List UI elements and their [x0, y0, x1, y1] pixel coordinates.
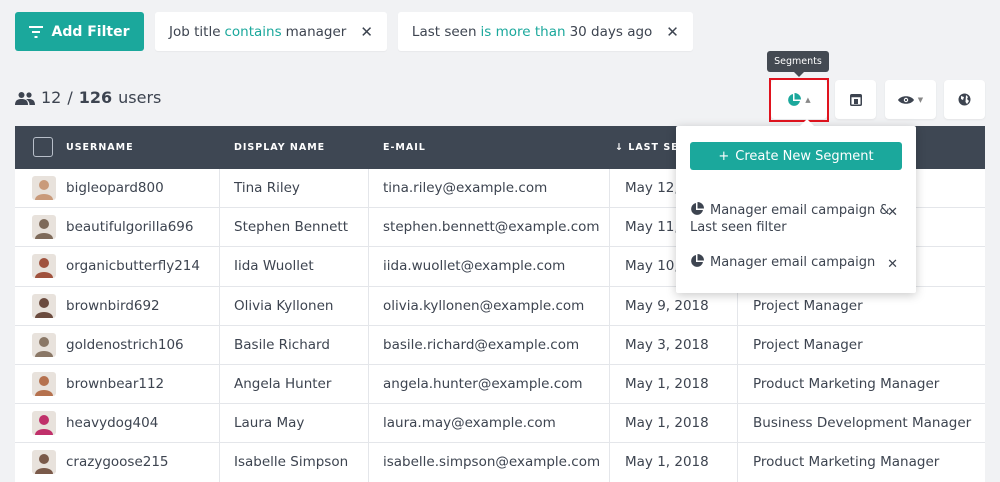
- filter-value: 30 days ago: [569, 23, 653, 40]
- header-username[interactable]: USERNAME: [66, 142, 134, 153]
- cell-email: tina.riley@example.com: [383, 180, 548, 197]
- cell-display-name: Olivia Kyllonen: [234, 297, 334, 314]
- cell-last-seen: May 3, 2018: [625, 336, 709, 353]
- select-all-checkbox[interactable]: [33, 137, 53, 157]
- filter-icon: [29, 25, 44, 38]
- users-icon: [15, 91, 35, 105]
- segment-item[interactable]: Manager email campaign & Last seen filte…: [690, 202, 902, 236]
- plus-icon: +: [718, 148, 730, 164]
- segment-label: Manager email campaign: [710, 255, 876, 270]
- close-icon[interactable]: ✕: [887, 256, 898, 273]
- cell-email: olivia.kyllonen@example.com: [383, 297, 585, 314]
- shown-count: 12: [41, 88, 62, 107]
- cell-last-seen: May 12,: [625, 180, 679, 197]
- cell-email: iida.wuollet@example.com: [383, 258, 566, 275]
- add-filter-button[interactable]: Add Filter: [15, 12, 144, 51]
- cell-last-seen: May 9, 2018: [625, 297, 709, 314]
- count-unit: users: [118, 88, 162, 107]
- total-count: 126: [78, 88, 113, 107]
- filter-chip-job-title[interactable]: Job title contains manager ✕: [155, 12, 387, 51]
- segments-tooltip: Segments: [767, 51, 829, 77]
- avatar: [32, 293, 56, 318]
- filter-chip-last-seen[interactable]: Last seen is more than 30 days ago ✕: [397, 12, 693, 51]
- avatar: [32, 372, 56, 397]
- cell-job-title: Business Development Manager: [753, 415, 972, 432]
- avatar: [32, 332, 56, 357]
- avatar: [32, 215, 56, 240]
- segments-highlight: [769, 78, 829, 122]
- globe-button[interactable]: [944, 80, 985, 119]
- close-icon[interactable]: ✕: [887, 204, 898, 221]
- cell-email: laura.may@example.com: [383, 415, 556, 432]
- pie-chart-icon: [691, 202, 704, 215]
- sort-arrow-icon: ↓: [615, 142, 629, 153]
- caret-down-icon: ▼: [917, 95, 924, 104]
- cell-job-title: Project Manager: [753, 297, 863, 314]
- cell-last-seen: May 11,: [625, 219, 679, 236]
- cell-job-title: Project Manager: [753, 336, 863, 353]
- cell-username: heavydog404: [66, 415, 159, 432]
- cell-display-name: Angela Hunter: [234, 376, 332, 393]
- cell-email: stephen.bennett@example.com: [383, 219, 600, 236]
- cell-display-name: Iida Wuollet: [234, 258, 314, 275]
- cell-email: basile.richard@example.com: [383, 336, 580, 353]
- segment-label: Manager email campaign & Last seen filte…: [690, 203, 890, 235]
- filter-operator: contains: [224, 23, 282, 40]
- cell-display-name: Basile Richard: [234, 336, 330, 353]
- columns-icon: [849, 93, 862, 106]
- close-icon[interactable]: ✕: [666, 23, 679, 41]
- cell-username: beautifulgorilla696: [66, 219, 194, 236]
- pie-chart-icon: [691, 254, 704, 267]
- filter-field: Job title: [169, 23, 221, 40]
- cell-last-seen: May 10,: [625, 258, 679, 275]
- avatar: [32, 254, 56, 279]
- avatar: [32, 450, 56, 475]
- create-segment-button[interactable]: + Create New Segment: [690, 142, 902, 170]
- header-email[interactable]: E-MAIL: [383, 142, 426, 153]
- cell-last-seen: May 1, 2018: [625, 415, 709, 432]
- count-separator: /: [67, 88, 73, 107]
- cell-job-title: Product Marketing Manager: [753, 376, 940, 393]
- close-icon[interactable]: ✕: [360, 23, 373, 41]
- cell-username: goldenostrich106: [66, 336, 184, 353]
- cell-username: crazygoose215: [66, 454, 169, 471]
- filter-field: Last seen: [411, 23, 477, 40]
- columns-button[interactable]: [835, 80, 876, 119]
- cell-username: brownbird692: [66, 297, 160, 314]
- user-count: 12 / 126 users: [15, 88, 161, 107]
- filters-bar: Add Filter Job title contains manager ✕ …: [15, 12, 693, 51]
- segment-item[interactable]: Manager email campaign ✕: [690, 254, 902, 273]
- cell-username: bigleopard800: [66, 180, 164, 197]
- cell-last-seen: May 1, 2018: [625, 454, 709, 471]
- cell-username: brownbear112: [66, 376, 165, 393]
- globe-icon: [958, 93, 971, 106]
- filter-operator: is more than: [480, 23, 566, 40]
- cell-display-name: Laura May: [234, 415, 305, 432]
- header-display-name[interactable]: DISPLAY NAME: [234, 142, 325, 153]
- cell-display-name: Stephen Bennett: [234, 219, 349, 236]
- cell-display-name: Isabelle Simpson: [234, 454, 349, 471]
- visibility-button[interactable]: ▼: [885, 80, 936, 119]
- create-segment-label: Create New Segment: [735, 148, 874, 164]
- filter-value: manager: [285, 23, 347, 40]
- cell-job-title: Product Marketing Manager: [753, 454, 940, 471]
- table-row[interactable]: goldenostrich106 Basile Richard basile.ric…: [15, 326, 985, 365]
- cell-email: isabelle.simpson@example.com: [383, 454, 601, 471]
- cell-last-seen: May 1, 2018: [625, 376, 709, 393]
- table-row[interactable]: heavydog404 Laura May laura.may@example.co…: [15, 404, 985, 444]
- table-row[interactable]: brownbear112 Angela Hunter angela.hunter@e…: [15, 365, 985, 405]
- segments-dropdown: + Create New Segment Manager email campa…: [676, 119, 916, 293]
- add-filter-label: Add Filter: [51, 23, 130, 40]
- avatar: [32, 411, 56, 436]
- eye-icon: [897, 95, 914, 104]
- cell-display-name: Tina Riley: [234, 180, 300, 197]
- avatar: [32, 176, 56, 201]
- table-row[interactable]: crazygoose215 Isabelle Simpson isabelle.si…: [15, 443, 985, 482]
- cell-username: organicbutterfly214: [66, 258, 200, 275]
- cell-email: angela.hunter@example.com: [383, 376, 583, 393]
